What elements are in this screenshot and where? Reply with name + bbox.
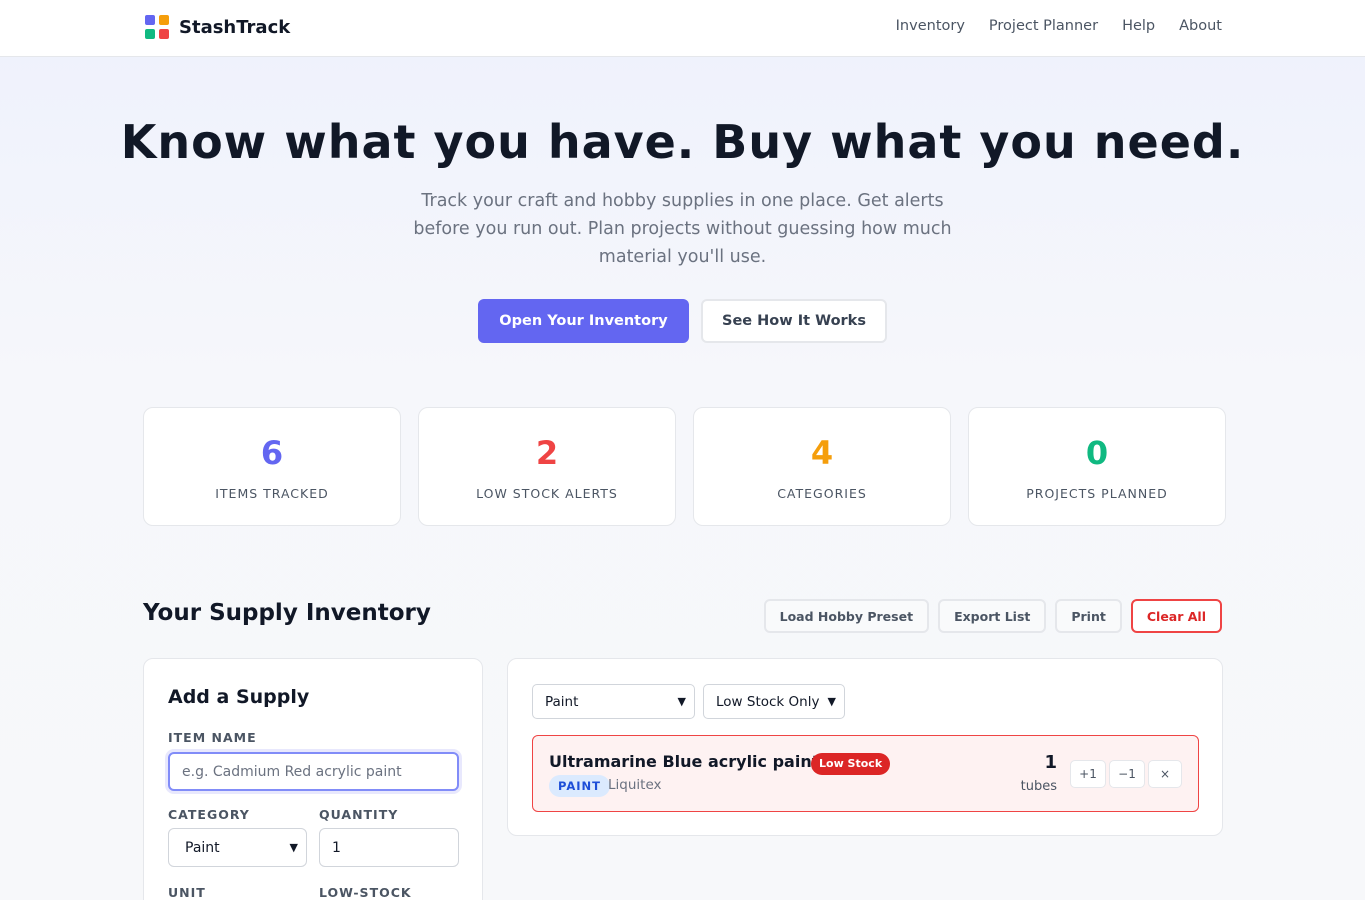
item-name-input[interactable] bbox=[168, 752, 459, 791]
stat-value: 6 bbox=[260, 434, 284, 472]
chevron-down-icon: ▼ bbox=[289, 841, 298, 854]
stat-label: CATEGORIES bbox=[777, 486, 867, 501]
item-name: Ultramarine Blue acrylic paint bbox=[549, 752, 820, 771]
item-brand: Liquitex bbox=[608, 777, 662, 793]
brand[interactable]: StashTrack bbox=[145, 15, 290, 39]
stat-value: 4 bbox=[810, 434, 834, 472]
low-stock-badge: Low Stock bbox=[811, 753, 891, 775]
inventory-section-title: Your Supply Inventory bbox=[143, 600, 431, 626]
inventory-actions: Load Hobby Preset Export List Print Clea… bbox=[763, 599, 1222, 633]
stat-label: ITEMS TRACKED bbox=[215, 486, 329, 501]
category-select-value: Paint bbox=[185, 839, 220, 856]
load-hobby-preset-button[interactable]: Load Hobby Preset bbox=[763, 599, 930, 633]
top-nav: StashTrack Inventory Project Planner Hel… bbox=[0, 0, 1365, 57]
list-item: Ultramarine Blue acrylic paint Low Stock… bbox=[532, 735, 1199, 812]
item-quantity: 1 bbox=[1044, 752, 1057, 773]
add-supply-card: Add a Supply ITEM NAME CATEGORY Paint ▼ … bbox=[143, 658, 483, 900]
quantity-input[interactable]: 1 bbox=[319, 828, 459, 867]
stat-card-projects-planned: 0 PROJECTS PLANNED bbox=[968, 407, 1226, 526]
hero-subtitle: Track your craft and hobby supplies in o… bbox=[413, 191, 952, 267]
stat-value: 0 bbox=[1085, 434, 1109, 472]
logo-icon bbox=[145, 15, 169, 39]
clear-all-button[interactable]: Clear All bbox=[1130, 599, 1222, 633]
stat-card-categories: 4 CATEGORIES bbox=[693, 407, 951, 526]
nav-link-help[interactable]: Help bbox=[1122, 18, 1155, 34]
category-badge: PAINT bbox=[549, 775, 611, 797]
export-list-button[interactable]: Export List bbox=[938, 599, 1047, 633]
category-filter-value: Paint bbox=[545, 693, 579, 710]
remove-item-button[interactable]: × bbox=[1148, 760, 1182, 788]
stat-card-items-tracked: 6 ITEMS TRACKED bbox=[143, 407, 401, 526]
low-stock-label: LOW-STOCK bbox=[319, 885, 412, 900]
category-label: CATEGORY bbox=[168, 807, 250, 822]
brand-name: StashTrack bbox=[179, 16, 291, 38]
category-filter-select[interactable]: Paint ▼ bbox=[532, 684, 695, 719]
quantity-value: 1 bbox=[332, 839, 341, 856]
nav-link-inventory[interactable]: Inventory bbox=[896, 18, 965, 34]
inventory-list-card: Paint ▼ Low Stock Only ▼ Ultramarine Blu… bbox=[507, 658, 1223, 836]
item-name-label: ITEM NAME bbox=[168, 730, 257, 745]
stat-label: LOW STOCK ALERTS bbox=[476, 486, 618, 501]
print-button[interactable]: Print bbox=[1055, 599, 1122, 633]
stock-filter-select[interactable]: Low Stock Only ▼ bbox=[703, 684, 845, 719]
hero-title: Know what you have. Buy what you need. bbox=[120, 115, 1245, 169]
nav-link-about[interactable]: About bbox=[1179, 18, 1222, 34]
stats-row: 6 ITEMS TRACKED 2 LOW STOCK ALERTS 4 CAT… bbox=[143, 407, 1226, 526]
chevron-down-icon: ▼ bbox=[827, 695, 836, 708]
add-supply-title: Add a Supply bbox=[168, 686, 310, 708]
stat-value: 2 bbox=[535, 434, 559, 472]
see-how-it-works-button[interactable]: See How It Works bbox=[701, 299, 887, 343]
quantity-label: QUANTITY bbox=[319, 807, 399, 822]
nav-links: Inventory Project Planner Help About bbox=[896, 18, 1222, 34]
item-unit: tubes bbox=[1020, 779, 1057, 794]
unit-label: UNIT bbox=[168, 885, 206, 900]
category-select[interactable]: Paint ▼ bbox=[168, 828, 307, 867]
chevron-down-icon: ▼ bbox=[677, 695, 686, 708]
open-inventory-button[interactable]: Open Your Inventory bbox=[478, 299, 689, 343]
nav-link-project-planner[interactable]: Project Planner bbox=[989, 18, 1098, 34]
stat-label: PROJECTS PLANNED bbox=[1026, 486, 1168, 501]
stat-card-low-stock-alerts: 2 LOW STOCK ALERTS bbox=[418, 407, 676, 526]
increment-button[interactable]: +1 bbox=[1070, 760, 1106, 788]
decrement-button[interactable]: −1 bbox=[1109, 760, 1145, 788]
stock-filter-value: Low Stock Only bbox=[716, 693, 820, 710]
